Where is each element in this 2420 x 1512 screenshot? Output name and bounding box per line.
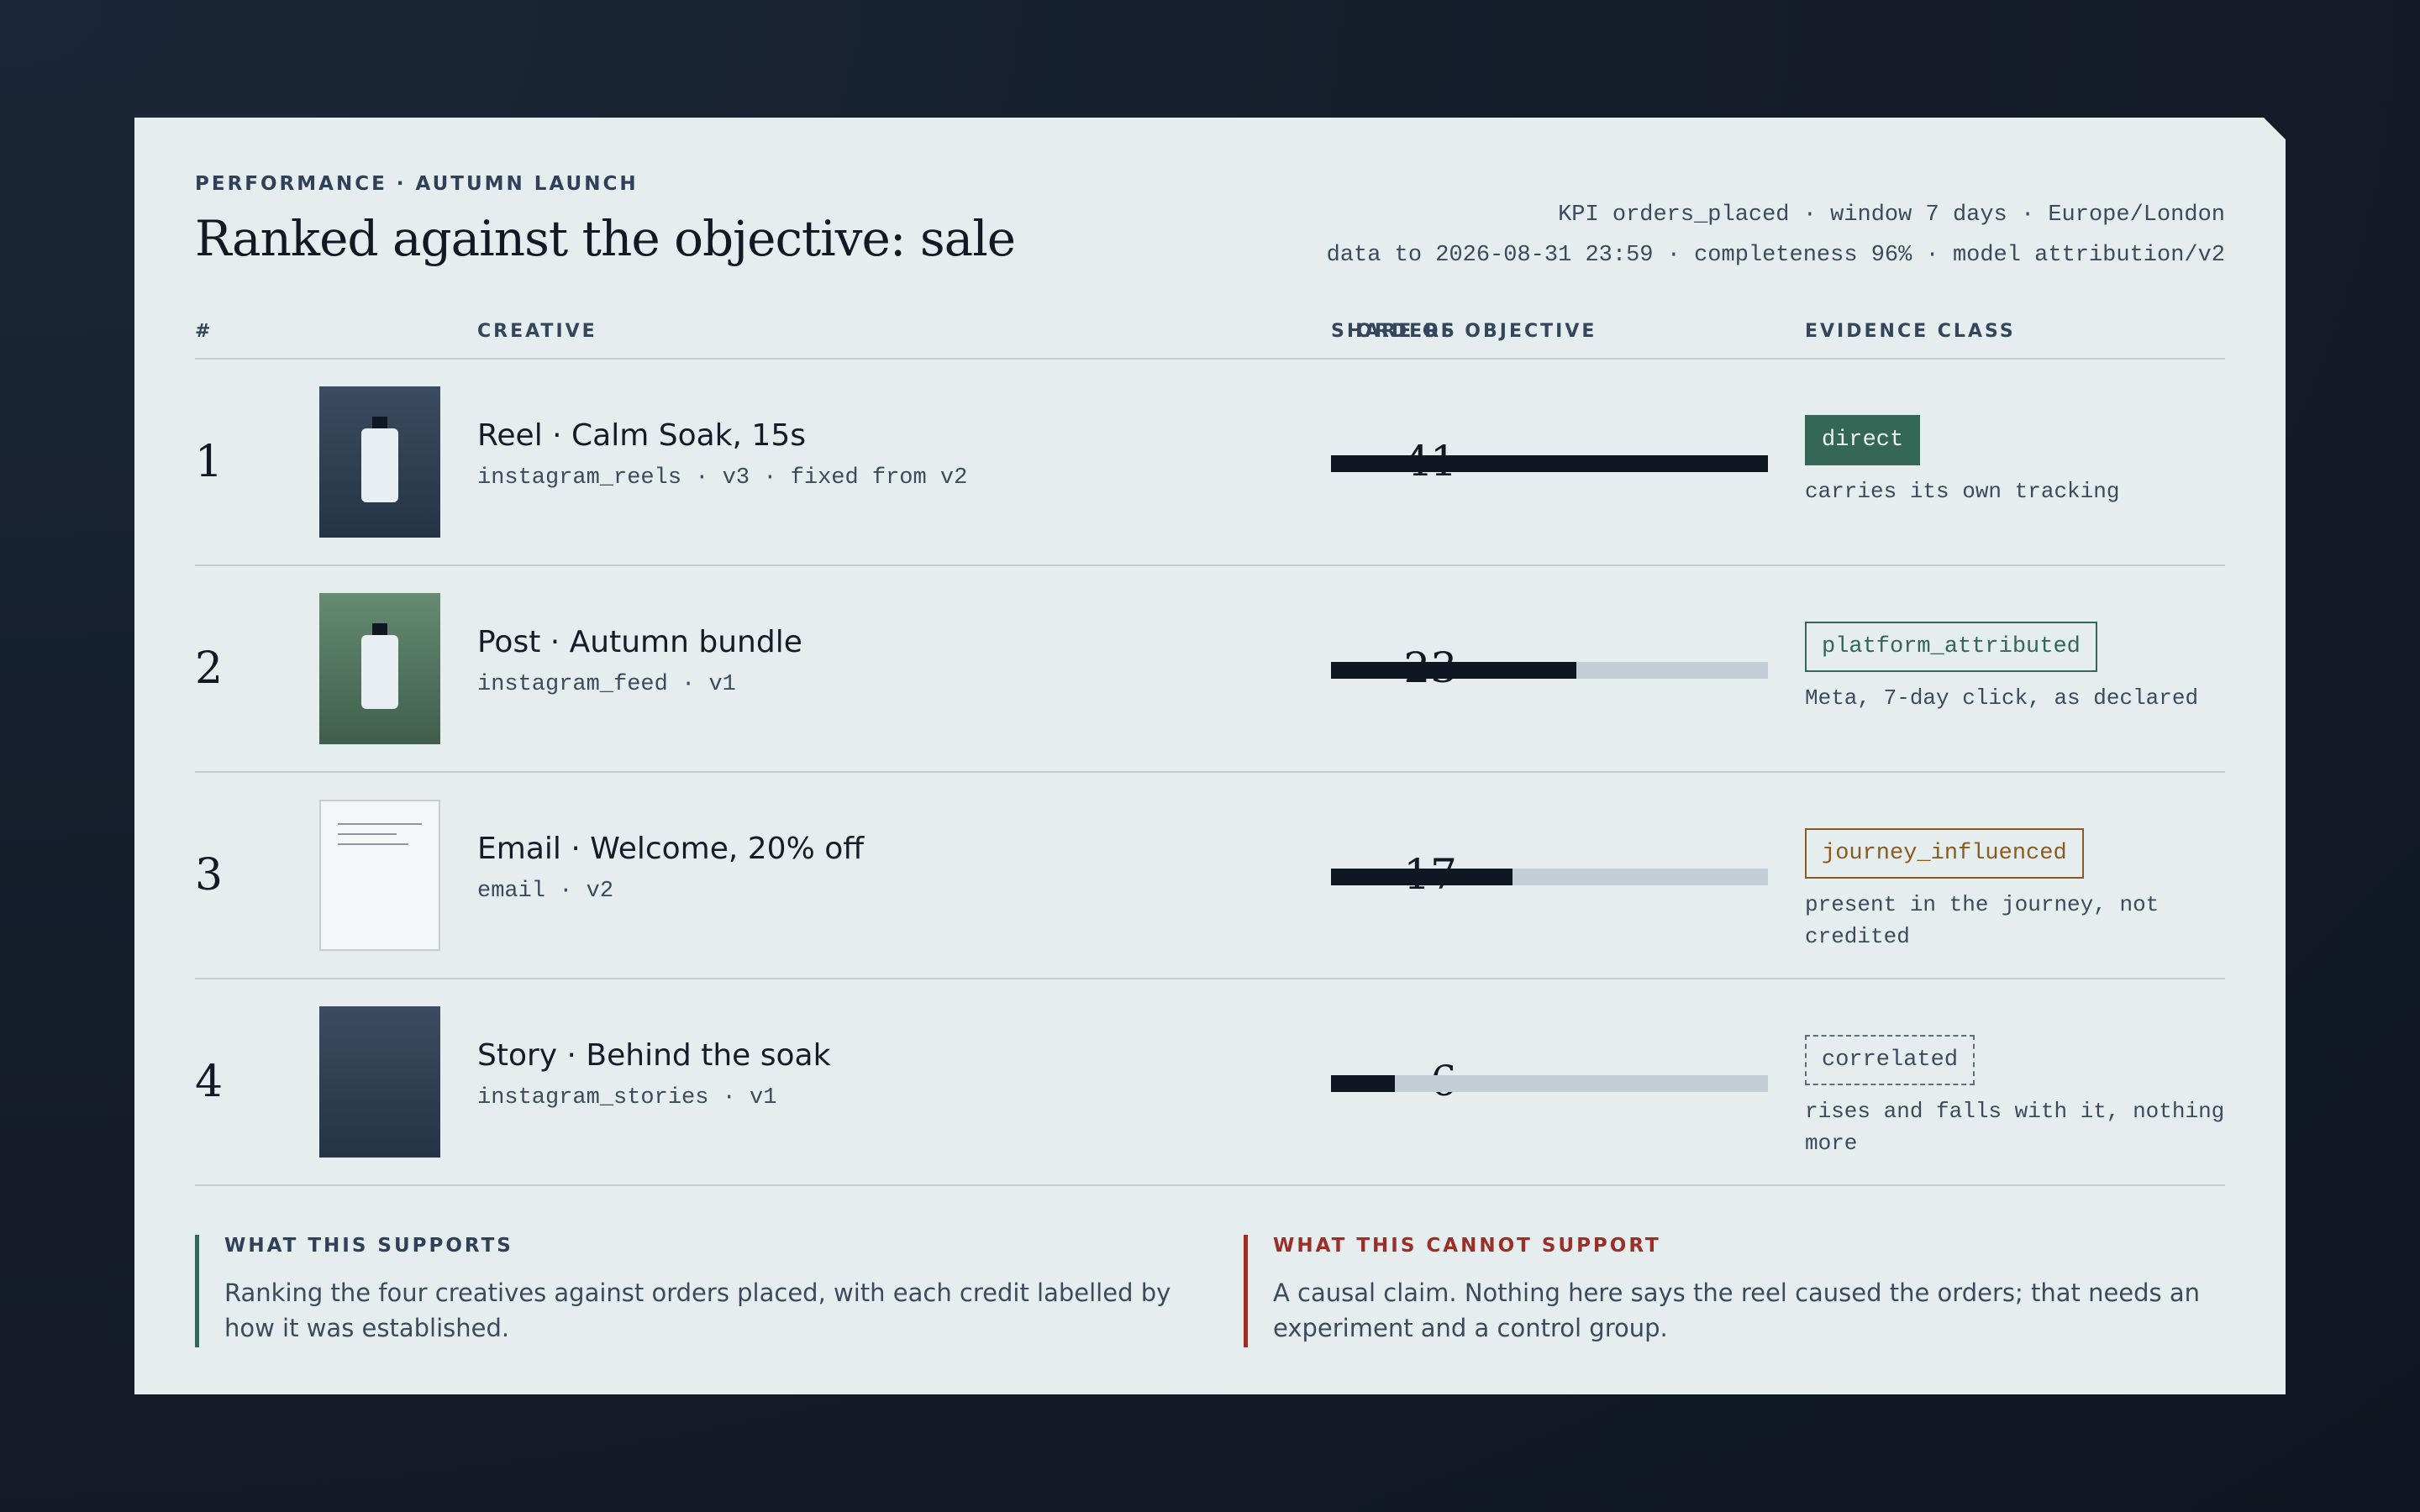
bottle-cap-icon xyxy=(372,623,387,635)
supports-heading: WHAT THIS SUPPORTS xyxy=(224,1235,513,1257)
column-header-rank: # xyxy=(195,321,213,342)
creative-thumbnail[interactable] xyxy=(319,593,440,744)
supports-note: WHAT THIS SUPPORTS Ranking the four crea… xyxy=(195,1235,1203,1347)
page-title: Ranked against the objective: sale xyxy=(195,210,1016,267)
rank-number: 2 xyxy=(195,643,224,694)
report-meta: KPI orders_placed · window 7 days · Euro… xyxy=(1327,195,2225,276)
eyebrow-label: PERFORMANCE · AUTUMN LAUNCH xyxy=(195,173,639,195)
table-row[interactable]: 2 Post · Autumn bundle instagram_feed · … xyxy=(195,566,2225,773)
share-bar-fill xyxy=(1331,455,1768,472)
column-header-creative: CREATIVE xyxy=(477,321,597,342)
evidence-badge: direct xyxy=(1805,415,1920,465)
document-line-icon xyxy=(338,843,408,845)
column-header-share: SHARE OF OBJECTIVE xyxy=(1331,321,1597,342)
table-row[interactable]: 1 Reel · Calm Soak, 15s instagram_reels … xyxy=(195,360,2225,566)
bottle-cap-icon xyxy=(372,417,387,428)
notes-section: WHAT THIS SUPPORTS Ranking the four crea… xyxy=(195,1235,2225,1347)
creative-name: Email · Welcome, 20% off xyxy=(477,832,865,866)
creative-name: Reel · Calm Soak, 15s xyxy=(477,418,806,453)
rank-number: 3 xyxy=(195,850,224,900)
evidence-description: Meta, 7-day click, as declared xyxy=(1805,685,2199,711)
creative-thumbnail[interactable] xyxy=(319,1006,440,1158)
rank-number: 1 xyxy=(195,437,224,487)
rank-number: 4 xyxy=(195,1057,224,1107)
meta-line-data: data to 2026-08-31 23:59 · completeness … xyxy=(1326,243,2225,268)
evidence-badge: correlated xyxy=(1805,1035,1975,1085)
evidence-badge: journey_influenced xyxy=(1805,828,2084,879)
share-bar-fill xyxy=(1331,1075,1395,1092)
share-bar-fill xyxy=(1331,869,1512,885)
share-bar xyxy=(1331,869,1768,885)
share-bar xyxy=(1331,455,1768,472)
creative-thumbnail[interactable] xyxy=(319,386,440,538)
evidence-description: present in the journey, not credited xyxy=(1805,892,2160,949)
table-row[interactable]: 3 Email · Welcome, 20% off email · v2 17… xyxy=(195,773,2225,979)
creative-placement: instagram_feed · v1 xyxy=(477,672,736,697)
evidence-description: rises and falls with it, nothing more xyxy=(1805,1099,2225,1156)
cannot-support-heading: WHAT THIS CANNOT SUPPORT xyxy=(1273,1235,1661,1257)
ranking-table: 1 Reel · Calm Soak, 15s instagram_reels … xyxy=(195,360,2225,1186)
bottle-icon xyxy=(361,635,398,709)
table-header: # CREATIVE ORDERS SHARE OF OBJECTIVE EVI… xyxy=(195,312,2225,360)
creative-placement: instagram_reels · v3 · fixed from v2 xyxy=(477,465,968,491)
supports-body: Ranking the four creatives against order… xyxy=(224,1278,1171,1342)
document-line-icon xyxy=(338,823,422,825)
share-bar xyxy=(1331,662,1768,679)
share-bar xyxy=(1331,1075,1768,1092)
cannot-support-body: A causal claim. Nothing here says the re… xyxy=(1273,1278,2201,1342)
cannot-support-note: WHAT THIS CANNOT SUPPORT A causal claim.… xyxy=(1244,1235,2210,1347)
ranking-card: PERFORMANCE · AUTUMN LAUNCH Ranked again… xyxy=(134,118,2286,1394)
evidence-description: carries its own tracking xyxy=(1805,479,2120,504)
bottle-icon xyxy=(361,428,398,502)
column-header-evidence: EVIDENCE CLASS xyxy=(1805,321,2016,342)
document-line-icon xyxy=(338,833,397,835)
table-row[interactable]: 4 Story · Behind the soak instagram_stor… xyxy=(195,979,2225,1186)
creative-placement: instagram_stories · v1 xyxy=(477,1085,777,1110)
creative-thumbnail[interactable] xyxy=(319,800,440,951)
creative-name: Post · Autumn bundle xyxy=(477,625,802,659)
creative-placement: email · v2 xyxy=(477,879,614,904)
creative-name: Story · Behind the soak xyxy=(477,1038,831,1073)
evidence-badge: platform_attributed xyxy=(1805,622,2097,672)
meta-line-kpi: KPI orders_placed · window 7 days · Euro… xyxy=(1558,202,2225,228)
share-bar-fill xyxy=(1331,662,1576,679)
